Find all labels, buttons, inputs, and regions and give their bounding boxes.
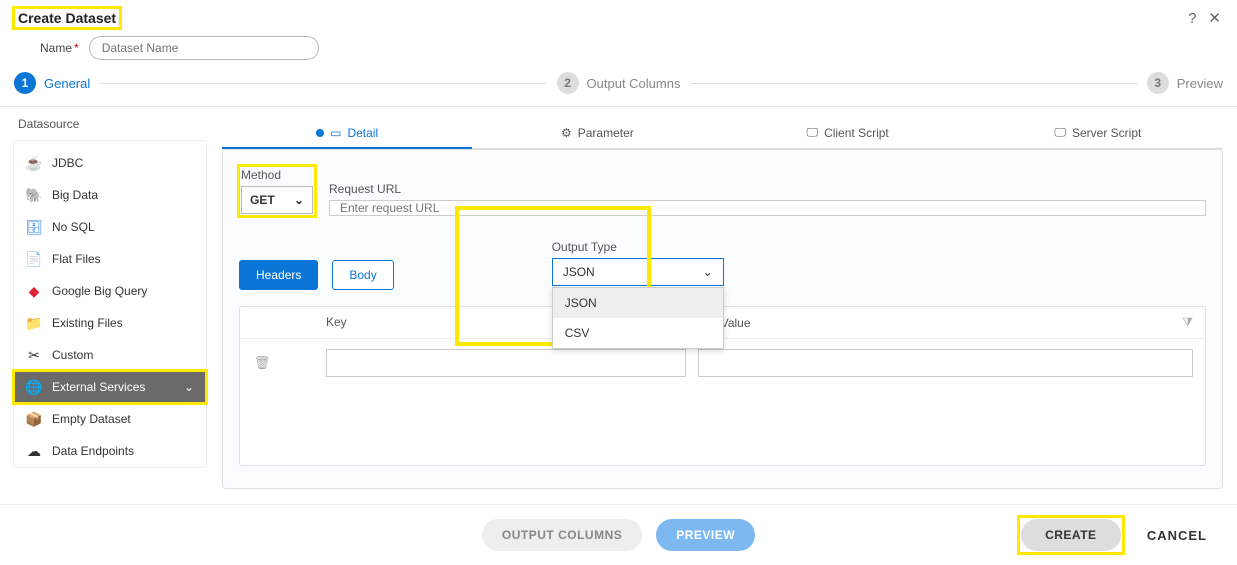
output-option-json[interactable]: JSON: [553, 288, 723, 318]
sidebar-item-flatfiles[interactable]: 📄Flat Files: [14, 243, 206, 275]
bigquery-icon: ◆: [26, 283, 42, 299]
chevron-down-icon: ⌄: [703, 265, 713, 279]
value-column-header: Value: [721, 316, 751, 330]
create-button[interactable]: CREATE: [1021, 519, 1121, 551]
folder-icon: 📁: [26, 315, 42, 331]
method-select[interactable]: GET ⌄: [241, 186, 313, 214]
elephant-icon: 🐘: [26, 187, 42, 203]
dialog-title: Create Dataset: [14, 8, 120, 28]
headers-button[interactable]: Headers: [239, 260, 318, 290]
sidebar-item-external-services[interactable]: 🌐External Services⌄: [14, 371, 206, 403]
scissors-icon: ✂: [26, 347, 42, 363]
dataset-name-input[interactable]: [89, 36, 319, 60]
method-field: Method GET ⌄: [239, 166, 315, 216]
output-type-field: Output Type JSON ⌄ JSON CSV: [548, 236, 728, 290]
step-output-columns[interactable]: 2 Output Columns: [557, 72, 681, 94]
request-url-label: Request URL: [329, 182, 1206, 196]
parameter-icon: ⚙: [561, 126, 572, 140]
step-preview[interactable]: 3 Preview: [1147, 72, 1223, 94]
sidebar-item-existing[interactable]: 📁Existing Files: [14, 307, 206, 339]
output-option-csv[interactable]: CSV: [553, 318, 723, 348]
tab-parameter[interactable]: ⚙Parameter: [472, 117, 722, 148]
delete-row-icon[interactable]: 🗑: [252, 355, 272, 371]
globe-icon: 🌐: [26, 379, 42, 395]
name-label: Name*: [40, 41, 79, 55]
sidebar-item-empty[interactable]: 📦Empty Dataset: [14, 403, 206, 435]
sidebar-item-nosql[interactable]: 🗄No SQL: [14, 211, 206, 243]
dialog-footer: OUTPUT COLUMNS PREVIEW CREATE CANCEL: [0, 504, 1237, 565]
wizard-stepper: 1 General 2 Output Columns 3 Preview: [0, 72, 1237, 106]
sidebar-item-jdbc[interactable]: ☕JDBC: [14, 147, 206, 179]
sidebar-item-bigdata[interactable]: 🐘Big Data: [14, 179, 206, 211]
server-script-icon: 🖵: [1054, 125, 1066, 140]
help-icon[interactable]: ?: [1188, 11, 1196, 26]
config-tabs: ▭Detail ⚙Parameter 🖵Client Script 🖵Serve…: [222, 117, 1223, 149]
cancel-button[interactable]: CANCEL: [1147, 528, 1207, 543]
step-general[interactable]: 1 General: [14, 72, 90, 94]
datasource-list: ☕JDBC 🐘Big Data 🗄No SQL 📄Flat Files ◆Goo…: [14, 141, 206, 467]
method-label: Method: [241, 168, 313, 182]
file-icon: 📄: [26, 251, 42, 267]
datasource-heading: Datasource: [18, 117, 206, 131]
output-columns-button[interactable]: OUTPUT COLUMNS: [482, 519, 642, 551]
request-url-input[interactable]: [329, 200, 1206, 216]
box-icon: 📦: [26, 411, 42, 427]
chevron-down-icon: ⌄: [184, 380, 194, 394]
header-key-input[interactable]: [326, 349, 686, 377]
detail-icon: ▭: [330, 126, 341, 140]
output-type-label: Output Type: [552, 240, 724, 254]
body-button[interactable]: Body: [332, 260, 393, 290]
close-icon[interactable]: ✕: [1208, 11, 1221, 26]
output-type-select[interactable]: JSON ⌄ JSON CSV: [552, 258, 724, 286]
client-script-icon: 🖵: [806, 125, 818, 140]
java-icon: ☕: [26, 155, 42, 171]
database-icon: 🗄: [26, 219, 42, 235]
sidebar-item-endpoints[interactable]: ☁Data Endpoints: [14, 435, 206, 467]
preview-button[interactable]: PREVIEW: [656, 519, 755, 551]
tab-detail[interactable]: ▭Detail: [222, 117, 472, 148]
chevron-down-icon: ⌄: [294, 193, 304, 207]
cloud-icon: ☁: [26, 443, 42, 459]
output-type-dropdown: JSON CSV: [552, 287, 724, 349]
tab-client-script[interactable]: 🖵Client Script: [723, 117, 973, 148]
sidebar-item-custom[interactable]: ✂Custom: [14, 339, 206, 371]
sidebar-item-gbq[interactable]: ◆Google Big Query: [14, 275, 206, 307]
tab-server-script[interactable]: 🖵Server Script: [973, 117, 1223, 148]
filter-value-icon[interactable]: ⧩: [1182, 315, 1193, 330]
header-value-input[interactable]: [698, 349, 1193, 377]
